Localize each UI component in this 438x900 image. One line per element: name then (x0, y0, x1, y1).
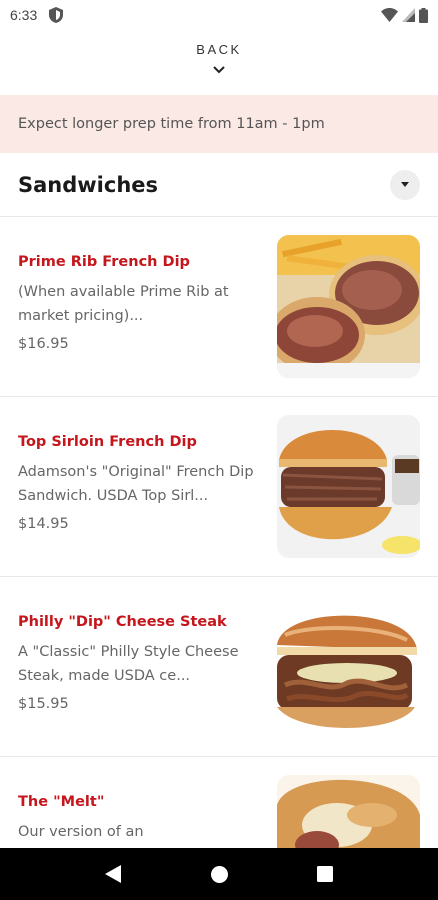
section-header: Sandwiches (0, 153, 438, 217)
item-price: $14.95 (18, 516, 69, 532)
back-button[interactable]: BACK (0, 42, 438, 78)
home-circle-icon[interactable] (199, 854, 239, 894)
item-description: A "Classic" Philly Style Cheese Steak, m… (18, 644, 239, 684)
item-name: The "Melt" (18, 794, 105, 810)
item-photo (277, 415, 420, 558)
wifi-icon (381, 8, 398, 22)
item-price: $15.95 (18, 696, 69, 712)
banner-text: Expect longer prep time from 11am - 1pm (18, 116, 325, 132)
back-triangle-icon[interactable] (93, 854, 133, 894)
item-name: Philly "Dip" Cheese Steak (18, 614, 227, 630)
menu-item-prime-rib[interactable]: Prime Rib French Dip (When available Pri… (0, 217, 438, 397)
system-nav-bar (0, 848, 438, 900)
status-bar: 6:33 (0, 0, 438, 30)
caret-down-icon (401, 182, 409, 187)
section-collapse-button[interactable] (390, 169, 420, 200)
item-photo (277, 235, 420, 378)
chevron-down-icon (213, 59, 225, 78)
back-label: BACK (196, 42, 242, 57)
item-description: (When available Prime Rib at market pric… (18, 284, 229, 324)
menu-item-top-sirloin[interactable]: Top Sirloin French Dip Adamson's "Origin… (0, 397, 438, 577)
status-time: 6:33 (10, 7, 38, 23)
signal-icon (402, 8, 415, 22)
item-description: Our version of an (18, 824, 144, 840)
item-photo (277, 595, 420, 738)
item-description: Adamson's "Original" French Dip Sandwich… (18, 464, 254, 504)
item-name: Top Sirloin French Dip (18, 434, 197, 450)
prep-time-banner: Expect longer prep time from 11am - 1pm (0, 95, 438, 153)
battery-icon (419, 7, 428, 23)
recents-square-icon[interactable] (305, 854, 345, 894)
item-name: Prime Rib French Dip (18, 254, 190, 270)
item-price: $16.95 (18, 336, 69, 352)
shield-icon (49, 7, 64, 23)
section-title: Sandwiches (18, 172, 159, 197)
menu-item-philly-cheese-steak[interactable]: Philly "Dip" Cheese Steak A "Classic" Ph… (0, 577, 438, 757)
